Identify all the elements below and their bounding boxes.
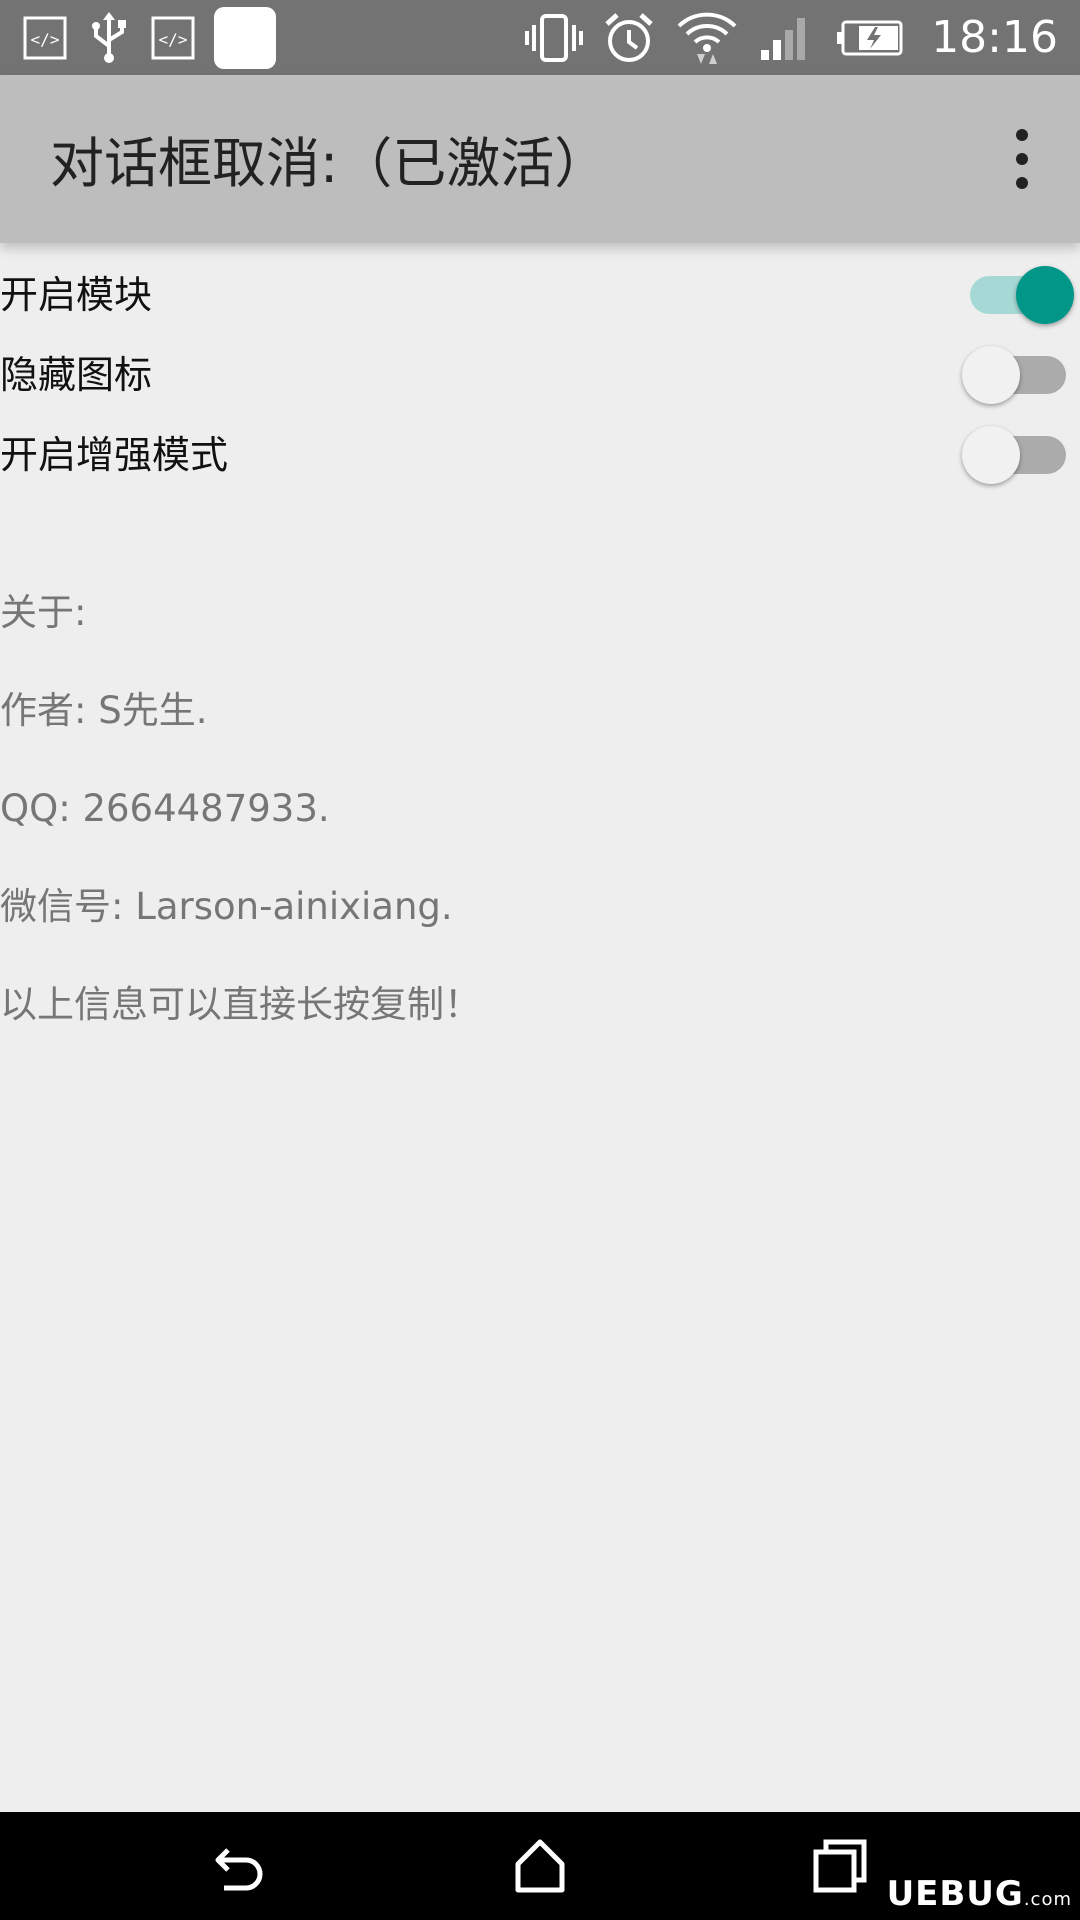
switch-thumb[interactable] — [1016, 266, 1074, 324]
status-time: 18:16 — [931, 12, 1058, 63]
watermark-logo: UEBUG.com — [887, 1874, 1072, 1914]
wifi-icon — [675, 10, 739, 66]
watermark-text: UEBUG — [886, 1874, 1024, 1914]
setting-row-enhanced-mode[interactable]: 开启增强模式 — [0, 410, 1080, 490]
navigation-bar: UEBUG.com — [0, 1812, 1080, 1920]
home-icon[interactable] — [510, 1836, 570, 1896]
signal-icon — [759, 14, 815, 62]
status-bar: </> </> 18:16 — [0, 0, 1080, 75]
about-heading: 关于: — [0, 591, 87, 634]
enable-module-switch[interactable] — [962, 266, 1074, 324]
about-copy-hint: 以上信息可以直接长按复制！ — [0, 983, 481, 1026]
watermark-suffix: .com — [1023, 1889, 1072, 1910]
status-bar-notifications: </> </> — [22, 0, 276, 75]
setting-label: 隐藏图标 — [0, 353, 153, 397]
setting-label: 开启增强模式 — [0, 433, 229, 477]
usb-icon — [86, 11, 132, 64]
settings-list: 开启模块 隐藏图标 开启增强模式 — [0, 250, 1080, 490]
alarm-icon — [603, 12, 655, 64]
about-wechat[interactable]: 微信号: Larson-ainixiang. — [0, 877, 1080, 975]
battery-charging-icon — [835, 18, 905, 58]
svg-text:</>: </> — [31, 30, 60, 49]
vibrate-icon — [525, 13, 584, 63]
status-bar-system: 18:16 — [525, 0, 1058, 75]
about-section: 关于: 作者: S先生. QQ: 2664487933. 微信号: Larson… — [0, 583, 1080, 1073]
code-icon: </> — [22, 15, 68, 61]
hide-icon-switch[interactable] — [962, 346, 1074, 404]
setting-row-hide-icon[interactable]: 隐藏图标 — [0, 330, 1080, 410]
about-author[interactable]: 作者: S先生. — [0, 681, 1080, 779]
recents-icon[interactable] — [810, 1836, 870, 1896]
setting-row-enable-module[interactable]: 开启模块 — [0, 250, 1080, 330]
switch-thumb[interactable] — [962, 426, 1020, 484]
more-vert-icon[interactable] — [1004, 127, 1040, 191]
menu-dot — [1016, 129, 1028, 141]
menu-dot — [1016, 177, 1028, 189]
notification-square — [214, 6, 276, 69]
menu-dot — [1016, 153, 1028, 165]
enhanced-mode-switch[interactable] — [962, 426, 1074, 484]
app-bar: 对话框取消:（已激活） — [0, 75, 1080, 243]
code-icon: </> — [150, 15, 196, 61]
back-icon[interactable] — [210, 1836, 270, 1896]
about-qq[interactable]: QQ: 2664487933. — [0, 779, 1080, 877]
setting-label: 开启模块 — [0, 273, 153, 317]
page-title: 对话框取消:（已激活） — [50, 132, 609, 195]
switch-thumb[interactable] — [962, 346, 1020, 404]
svg-text:</>: </> — [159, 30, 188, 49]
